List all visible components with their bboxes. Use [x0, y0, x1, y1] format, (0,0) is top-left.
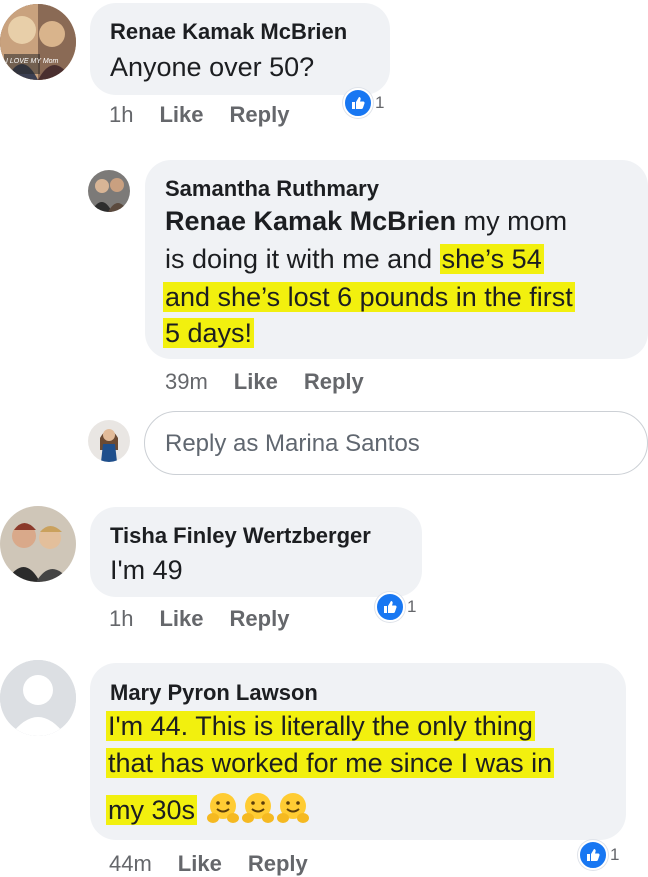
reply-button[interactable]: Reply — [248, 851, 308, 876]
avatar-marina — [88, 420, 130, 462]
reaction-count: 1 — [610, 845, 620, 864]
reaction-summary[interactable]: 1 — [578, 840, 619, 870]
avatar-samantha[interactable] — [88, 170, 130, 212]
like-reaction-icon — [578, 840, 608, 870]
comment-line: Renae Kamak McBrien my mom — [165, 203, 567, 240]
reaction-count: 1 — [375, 93, 385, 112]
comment-text: my mom — [456, 206, 568, 236]
avatar-tisha[interactable] — [0, 506, 76, 582]
comment-line: that has worked for me since I was in — [106, 745, 555, 782]
reaction-summary[interactable]: 1 — [375, 592, 416, 622]
like-reaction-icon — [343, 88, 373, 118]
hugging-face-icon — [241, 793, 274, 823]
hugging-face-icon — [206, 793, 239, 823]
reply-button[interactable]: Reply — [230, 102, 290, 127]
comment-text: is doing it with me and — [165, 244, 440, 274]
reply-input[interactable]: Reply as Marina Santos — [144, 411, 648, 475]
hugging-face-icon — [276, 793, 309, 823]
like-button[interactable]: Like — [234, 369, 278, 394]
highlighted-text: I'm 44. This is literally the only thing — [106, 711, 535, 741]
comment-author[interactable]: Mary Pyron Lawson — [110, 680, 318, 706]
like-button[interactable]: Like — [159, 102, 203, 127]
highlighted-text: my 30s — [106, 795, 198, 825]
comment-author[interactable]: Renae Kamak McBrien — [110, 19, 347, 45]
like-button[interactable]: Like — [159, 606, 203, 631]
mention-link[interactable]: Renae Kamak McBrien — [165, 206, 456, 236]
avatar-caption: I LOVE MY Mom — [6, 58, 59, 65]
comment-author[interactable]: Samantha Ruthmary — [165, 176, 379, 202]
comment-line: 5 days! — [163, 315, 255, 352]
comment-author[interactable]: Tisha Finley Wertzberger — [110, 523, 371, 549]
comment-line: I'm 44. This is literally the only thing — [106, 708, 535, 745]
like-reaction-icon — [375, 592, 405, 622]
comment-actions: 39m Like Reply — [165, 369, 364, 395]
comment-line: is doing it with me and she’s 54 — [165, 241, 544, 278]
comment-time[interactable]: 44m — [109, 851, 152, 876]
comment-line: my 30s — [106, 791, 310, 829]
comment-actions: 1h Like Reply — [109, 606, 289, 632]
highlighted-text: 5 days! — [163, 318, 255, 348]
highlighted-text: and she’s lost 6 pounds in the first — [163, 282, 575, 312]
comment-actions: 44m Like Reply — [109, 851, 308, 877]
reaction-count: 1 — [407, 597, 417, 616]
comment-text: Anyone over 50? — [110, 52, 315, 82]
like-button[interactable]: Like — [178, 851, 222, 876]
avatar-renae[interactable]: I LOVE MY Mom — [0, 4, 76, 80]
highlighted-text: that has worked for me since I was in — [106, 748, 555, 778]
reaction-summary[interactable]: 1 — [343, 88, 384, 118]
reply-placeholder: Reply as Marina Santos — [165, 430, 420, 457]
avatar-default-icon[interactable] — [0, 660, 76, 736]
comment-text: I'm 49 — [110, 555, 183, 585]
comment-time[interactable]: 1h — [109, 606, 133, 631]
comment-line: and she’s lost 6 pounds in the first — [163, 279, 575, 316]
comment-time[interactable]: 39m — [165, 369, 208, 394]
comment-actions: 1h Like Reply — [109, 102, 289, 128]
comment-time[interactable]: 1h — [109, 102, 133, 127]
highlighted-text: she’s 54 — [439, 244, 544, 274]
reply-button[interactable]: Reply — [230, 606, 290, 631]
reply-button[interactable]: Reply — [304, 369, 364, 394]
